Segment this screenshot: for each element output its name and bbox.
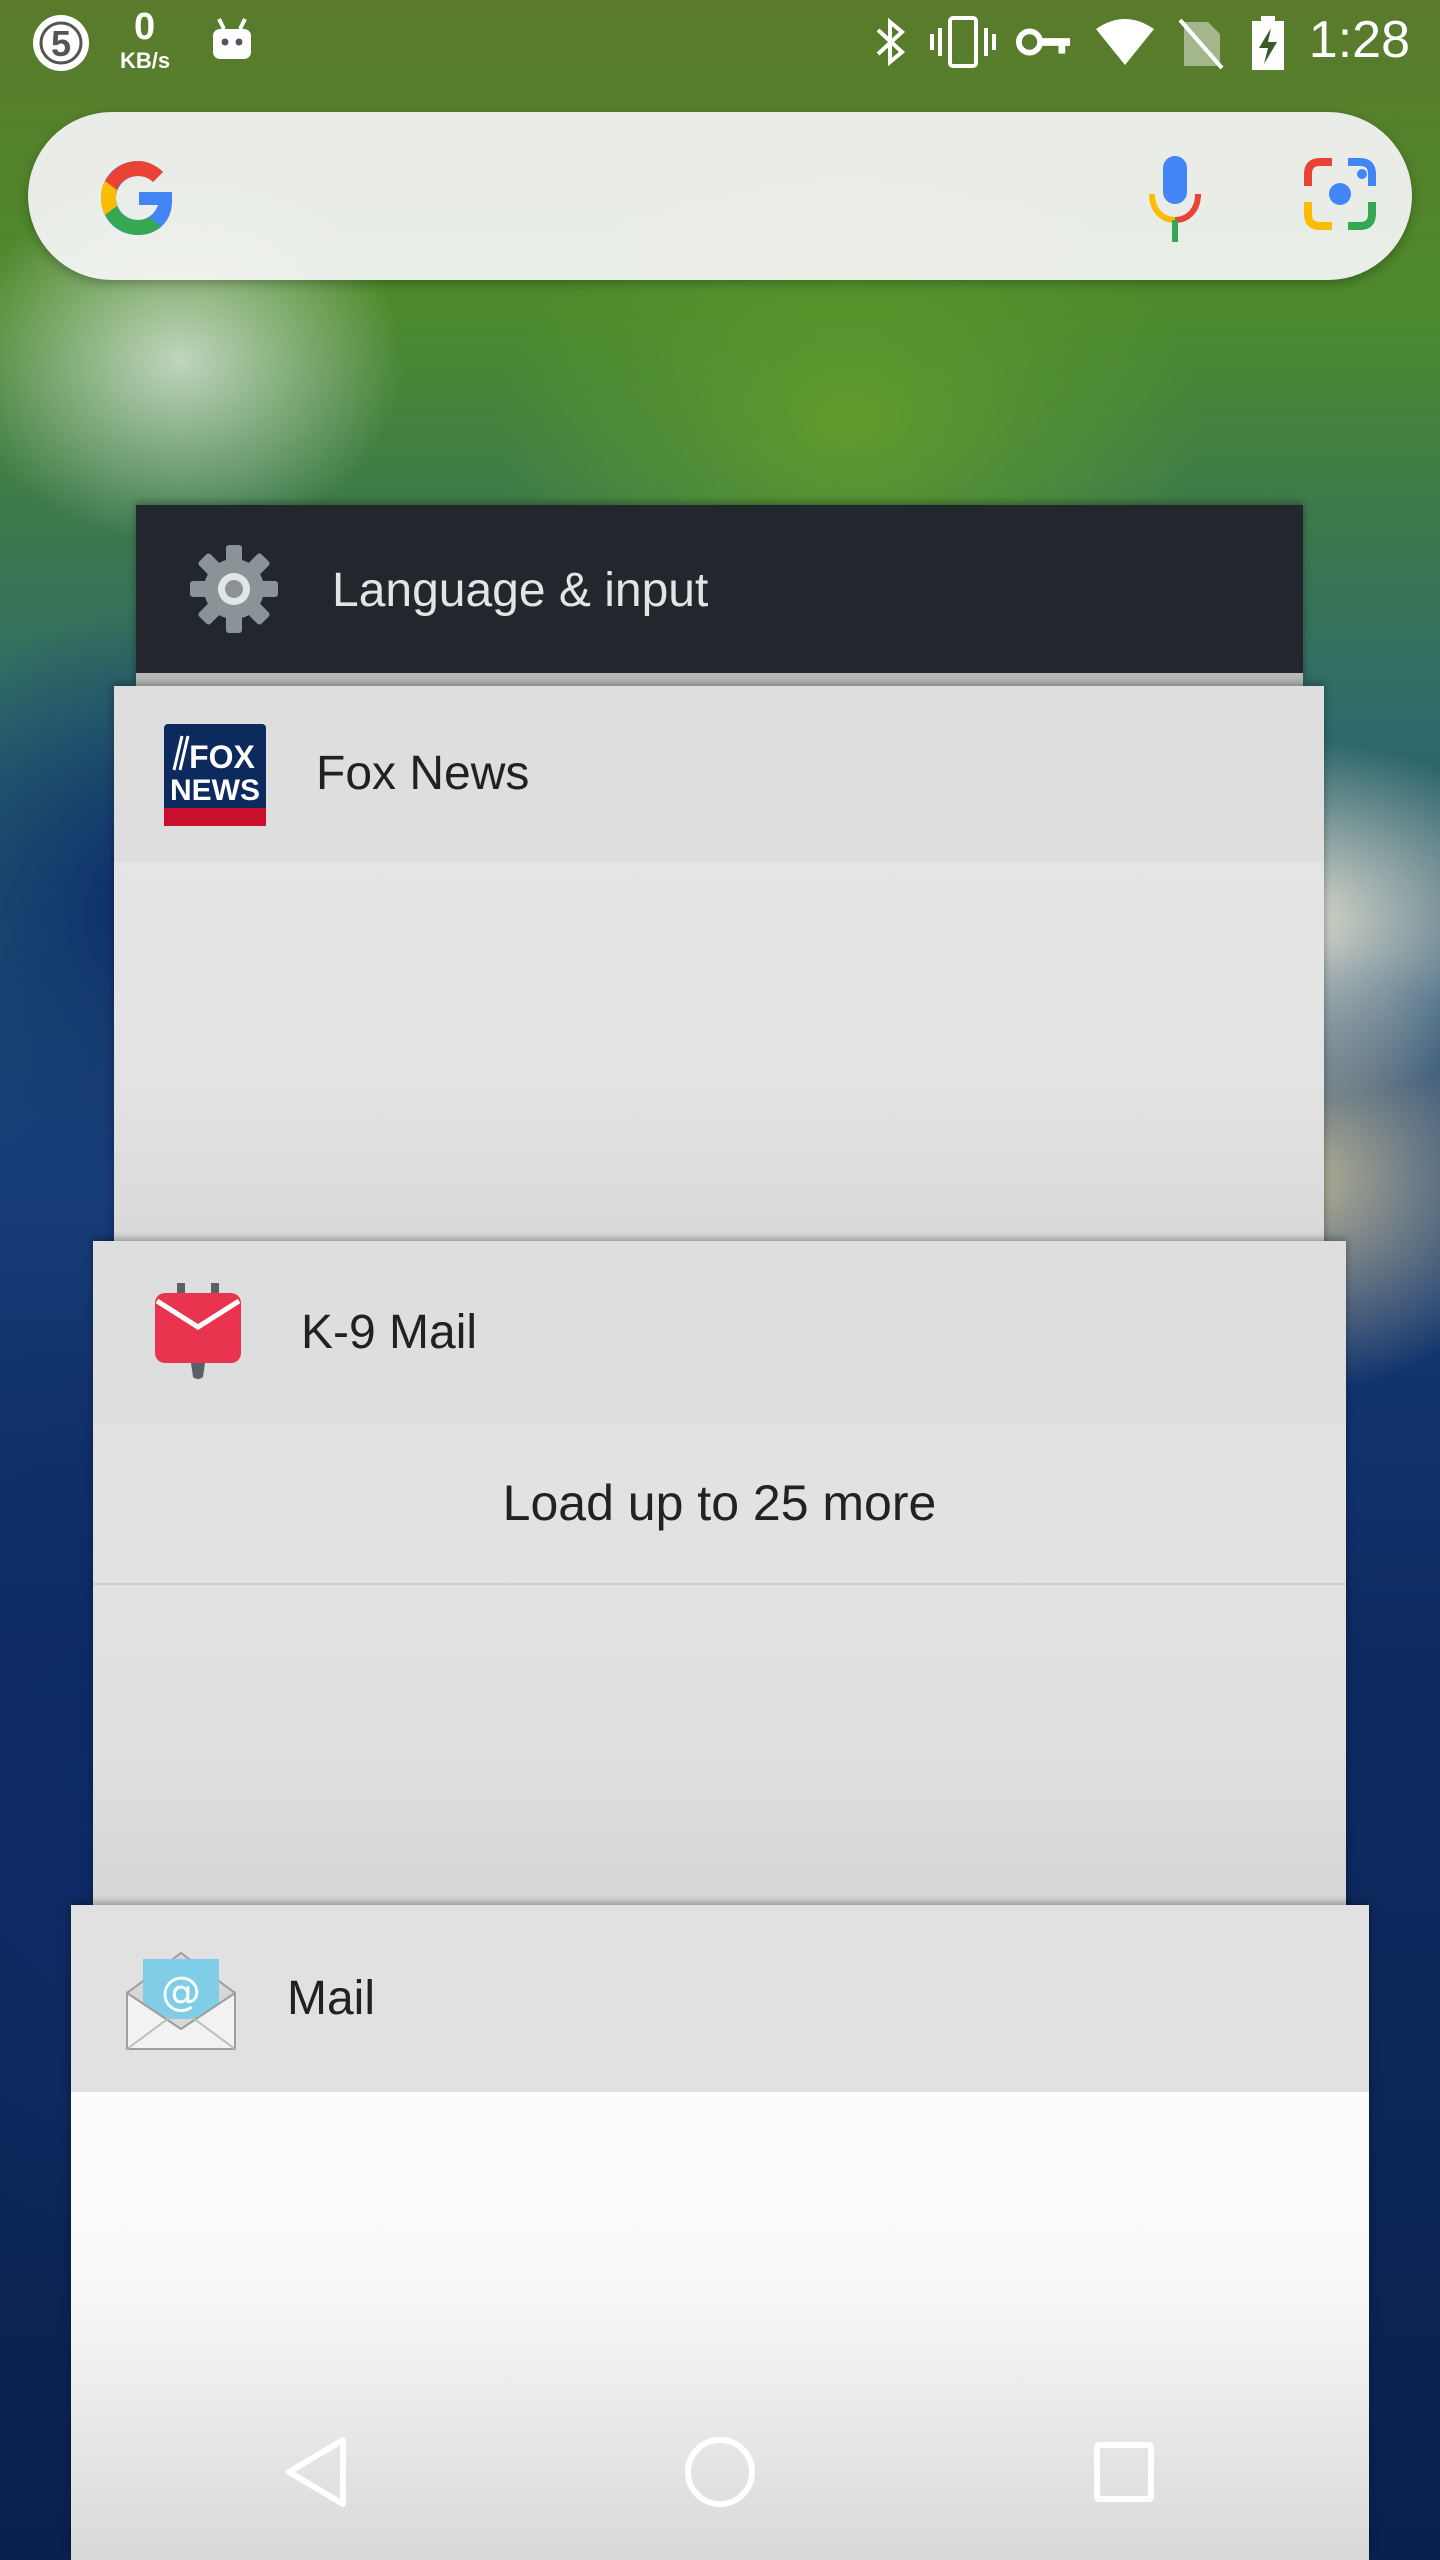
vpn-key-icon: [1016, 18, 1072, 66]
bluetooth-icon: [870, 16, 910, 68]
card-header[interactable]: @ Mail: [71, 1905, 1369, 2092]
settings-gear-icon: [188, 543, 280, 640]
android-icon: [206, 14, 258, 66]
card-title: K-9 Mail: [301, 1306, 478, 1359]
google-g-icon: [96, 156, 180, 245]
card-header[interactable]: Language & input: [136, 505, 1303, 673]
card-content-preview: [136, 673, 1303, 687]
k9-mail-icon: [153, 1281, 243, 1386]
wifi-icon: [1094, 16, 1156, 68]
recent-card-fox-news[interactable]: FOX NEWS Fox News: [114, 686, 1324, 1246]
card-title: Mail: [287, 1972, 376, 2025]
google-search-bar[interactable]: [28, 112, 1412, 280]
svg-text:NEWS: NEWS: [170, 774, 260, 807]
lens-icon[interactable]: [1302, 156, 1378, 237]
svg-text:FOX: FOX: [189, 739, 255, 775]
clock: 1:28: [1308, 11, 1410, 69]
svg-text:5: 5: [51, 23, 71, 64]
home-icon[interactable]: [680, 2432, 760, 2512]
recents-icon[interactable]: [1084, 2432, 1164, 2512]
card-title: Fox News: [316, 747, 530, 800]
mic-icon[interactable]: [1140, 152, 1210, 253]
recent-card-settings[interactable]: Language & input: [136, 505, 1303, 687]
back-icon[interactable]: [276, 2432, 356, 2512]
notification-5-icon: 5: [30, 12, 92, 74]
no-sim-icon: [1178, 16, 1224, 70]
net-speed-value: 0: [134, 6, 156, 48]
load-more-button[interactable]: Load up to 25 more: [93, 1423, 1346, 1585]
recent-card-k9-mail[interactable]: K-9 Mail Load up to 25 more: [93, 1241, 1346, 1907]
card-header[interactable]: FOX NEWS Fox News: [114, 686, 1324, 862]
fox-news-icon: FOX NEWS: [164, 724, 266, 831]
navigation-bar: [0, 2380, 1440, 2560]
status-bar: 5 0 KB/s 1:28: [0, 0, 1440, 82]
svg-text:@: @: [161, 1969, 201, 2015]
card-title: Language & input: [332, 564, 709, 617]
battery-charging-icon: [1248, 14, 1288, 72]
email-icon: @: [123, 1945, 239, 2060]
net-speed-unit: KB/s: [120, 48, 171, 73]
card-header[interactable]: K-9 Mail: [93, 1241, 1346, 1423]
vibrate-icon: [930, 14, 996, 70]
